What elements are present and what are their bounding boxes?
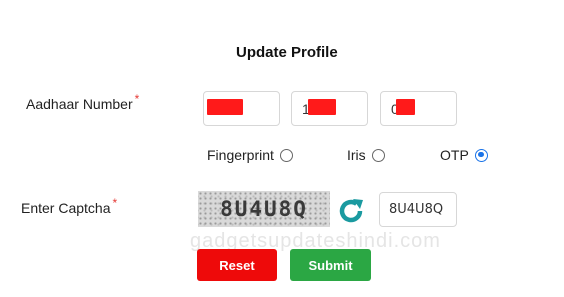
captcha-label: Enter Captcha *	[21, 196, 117, 216]
aadhaar-segment-3[interactable]	[380, 91, 457, 126]
otp-option[interactable]: OTP	[440, 147, 488, 163]
captcha-image-text: 8U4U8Q	[220, 197, 308, 221]
captcha-image: 8U4U8Q	[198, 191, 330, 227]
iris-option[interactable]: Iris	[347, 147, 385, 163]
reset-button[interactable]: Reset	[197, 249, 277, 281]
redaction-mark	[308, 99, 336, 115]
fingerprint-label: Fingerprint	[207, 147, 274, 163]
otp-radio-selected[interactable]	[474, 148, 488, 162]
captcha-label-text: Enter Captcha	[21, 200, 111, 216]
redaction-mark	[396, 99, 415, 115]
captcha-input[interactable]	[379, 192, 457, 227]
redaction-mark	[207, 99, 243, 115]
page-title: Update Profile	[236, 44, 338, 61]
required-asterisk: *	[112, 196, 118, 210]
iris-radio[interactable]	[371, 148, 385, 162]
iris-label: Iris	[347, 147, 366, 163]
refresh-captcha-icon[interactable]	[336, 196, 366, 226]
aadhaar-label: Aadhaar Number *	[26, 92, 139, 112]
submit-button[interactable]: Submit	[290, 249, 371, 281]
required-asterisk: *	[134, 92, 140, 106]
fingerprint-radio[interactable]	[279, 148, 293, 162]
otp-label: OTP	[440, 147, 469, 163]
aadhaar-label-text: Aadhaar Number	[26, 96, 133, 112]
fingerprint-option[interactable]: Fingerprint	[207, 147, 293, 163]
